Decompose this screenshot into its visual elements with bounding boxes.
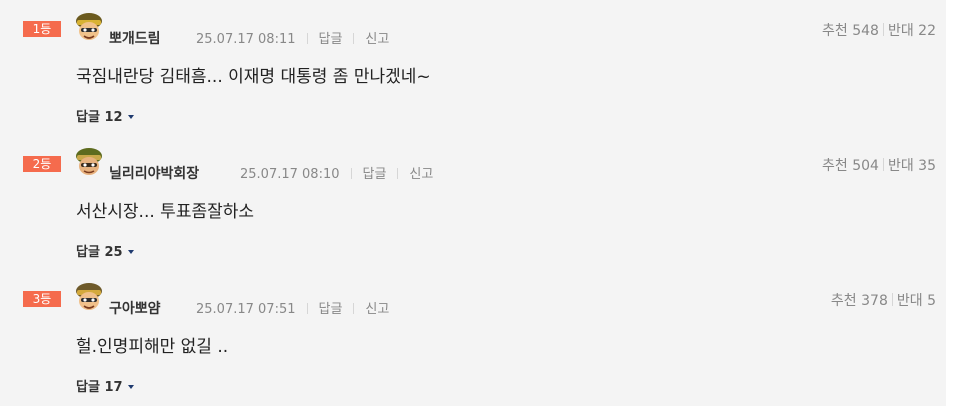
divider [882,158,884,171]
rank-badge: 3등 [23,291,61,307]
divider [353,303,355,314]
like-button[interactable]: 추천 504 [822,158,879,174]
like-button[interactable]: 추천 378 [831,293,888,309]
comment-text: 국짐내란당 김태흠... 이재명 대통령 좀 만나겠네~ [76,67,431,87]
comment-text: 서산시장... 투표좀잘하소 [76,202,255,222]
comment-meta: 25.07.17 08:10 답글 신고 [240,163,433,182]
replies-label: 답글 [76,380,100,395]
comment-date: 25.07.17 08:10 [240,167,340,182]
comment-meta: 25.07.17 07:51 답글 신고 [196,298,389,317]
divider [882,23,884,36]
like-label: 추천 [822,158,848,174]
soldier-avatar-icon[interactable] [75,147,103,177]
like-button[interactable]: 추천 548 [822,23,879,39]
report-link[interactable]: 신고 [365,302,389,317]
dislike-button[interactable]: 반대 22 [888,23,936,39]
dislike-label: 반대 [887,158,914,174]
like-count: 504 [852,158,879,174]
comment-meta: 25.07.17 08:11 답글 신고 [196,28,389,47]
like-label: 추천 [822,23,848,39]
replies-toggle[interactable]: 답글 25 [76,241,134,260]
reply-link[interactable]: 답글 [319,302,343,317]
dislike-count: 5 [927,293,936,309]
caret-down-icon [127,385,134,389]
rank-badge: 2등 [23,156,61,172]
comment-date: 25.07.17 08:11 [196,32,296,47]
divider [306,303,308,314]
replies-label: 답글 [76,245,100,260]
nickname[interactable]: 닐리리야박회장 [109,163,199,183]
replies-toggle[interactable]: 답글 17 [76,376,134,395]
comment-text: 헐.인명피해만 없길 .. [76,337,229,357]
divider [891,293,893,306]
like-label: 추천 [830,293,857,309]
comment-item: 3등 구아뽀얌 25.07.17 07:51 답글 신고 추천 378 반대 5 헐.… [0,270,946,404]
soldier-avatar-icon[interactable] [75,12,103,42]
vote-box: 추천 548 반대 22 [822,20,936,40]
reply-link[interactable]: 답글 [363,167,387,182]
nickname[interactable]: 구아뽀얌 [109,298,161,318]
soldier-avatar-icon[interactable] [75,282,103,312]
caret-down-icon [127,115,134,119]
dislike-button[interactable]: 반대 35 [888,158,936,174]
report-link[interactable]: 신고 [409,167,433,182]
dislike-count: 35 [918,158,936,174]
replies-count: 25 [104,245,123,260]
report-link[interactable]: 신고 [365,32,389,47]
dislike-count: 22 [918,23,936,39]
replies-toggle[interactable]: 답글 12 [76,106,134,125]
comment-date: 25.07.17 07:51 [196,302,296,317]
comment-item: 1등 뽀개드림 25.07.17 08:11 답글 신고 추천 548 반대 22 국… [0,0,946,134]
vote-box: 추천 378 반대 5 [831,290,936,310]
comment-item: 2등 닐리리야박회장 25.07.17 08:10 답글 신고 추천 504 반대 3… [0,135,946,269]
reply-link[interactable]: 답글 [319,32,343,47]
divider [353,33,355,44]
divider [306,33,308,44]
nickname[interactable]: 뽀개드림 [109,28,161,48]
dislike-label: 반대 [887,23,914,39]
replies-count: 12 [104,110,123,125]
dislike-label: 반대 [896,293,923,309]
dislike-button[interactable]: 반대 5 [897,293,936,309]
caret-down-icon [127,250,134,254]
divider [397,168,399,179]
replies-count: 17 [104,380,123,395]
rank-badge: 1등 [23,21,61,37]
like-count: 548 [852,23,879,39]
divider [350,168,352,179]
vote-box: 추천 504 반대 35 [822,155,936,175]
replies-label: 답글 [76,110,100,125]
comment-list: 1등 뽀개드림 25.07.17 08:11 답글 신고 추천 548 반대 22 국… [0,0,946,406]
like-count: 378 [861,293,888,309]
